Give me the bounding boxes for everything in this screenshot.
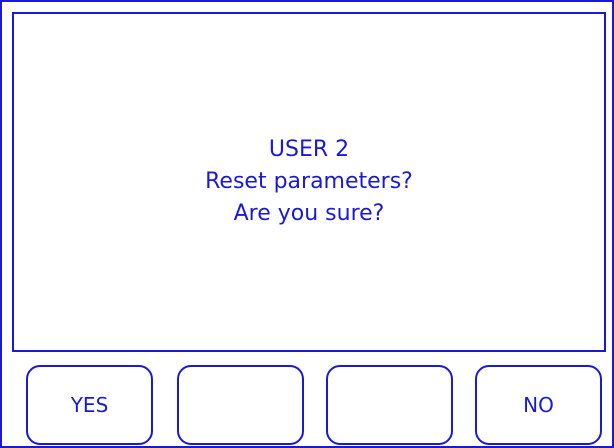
softkey-3-button[interactable] xyxy=(326,365,453,445)
confirmation-dialog: USER 2 Reset parameters? Are you sure? xyxy=(12,12,606,352)
dialog-user-label: USER 2 xyxy=(268,137,350,162)
yes-button-label: YES xyxy=(70,393,109,417)
dialog-confirm-prompt: Are you sure? xyxy=(233,201,385,226)
softkey-2-button[interactable] xyxy=(177,365,304,445)
softkey-bar: YES NO xyxy=(26,365,602,445)
no-button[interactable]: NO xyxy=(475,365,602,445)
no-button-label: NO xyxy=(523,393,554,417)
yes-button[interactable]: YES xyxy=(26,365,153,445)
device-screen: USER 2 Reset parameters? Are you sure? Y… xyxy=(0,0,614,448)
dialog-question: Reset parameters? xyxy=(205,169,413,194)
